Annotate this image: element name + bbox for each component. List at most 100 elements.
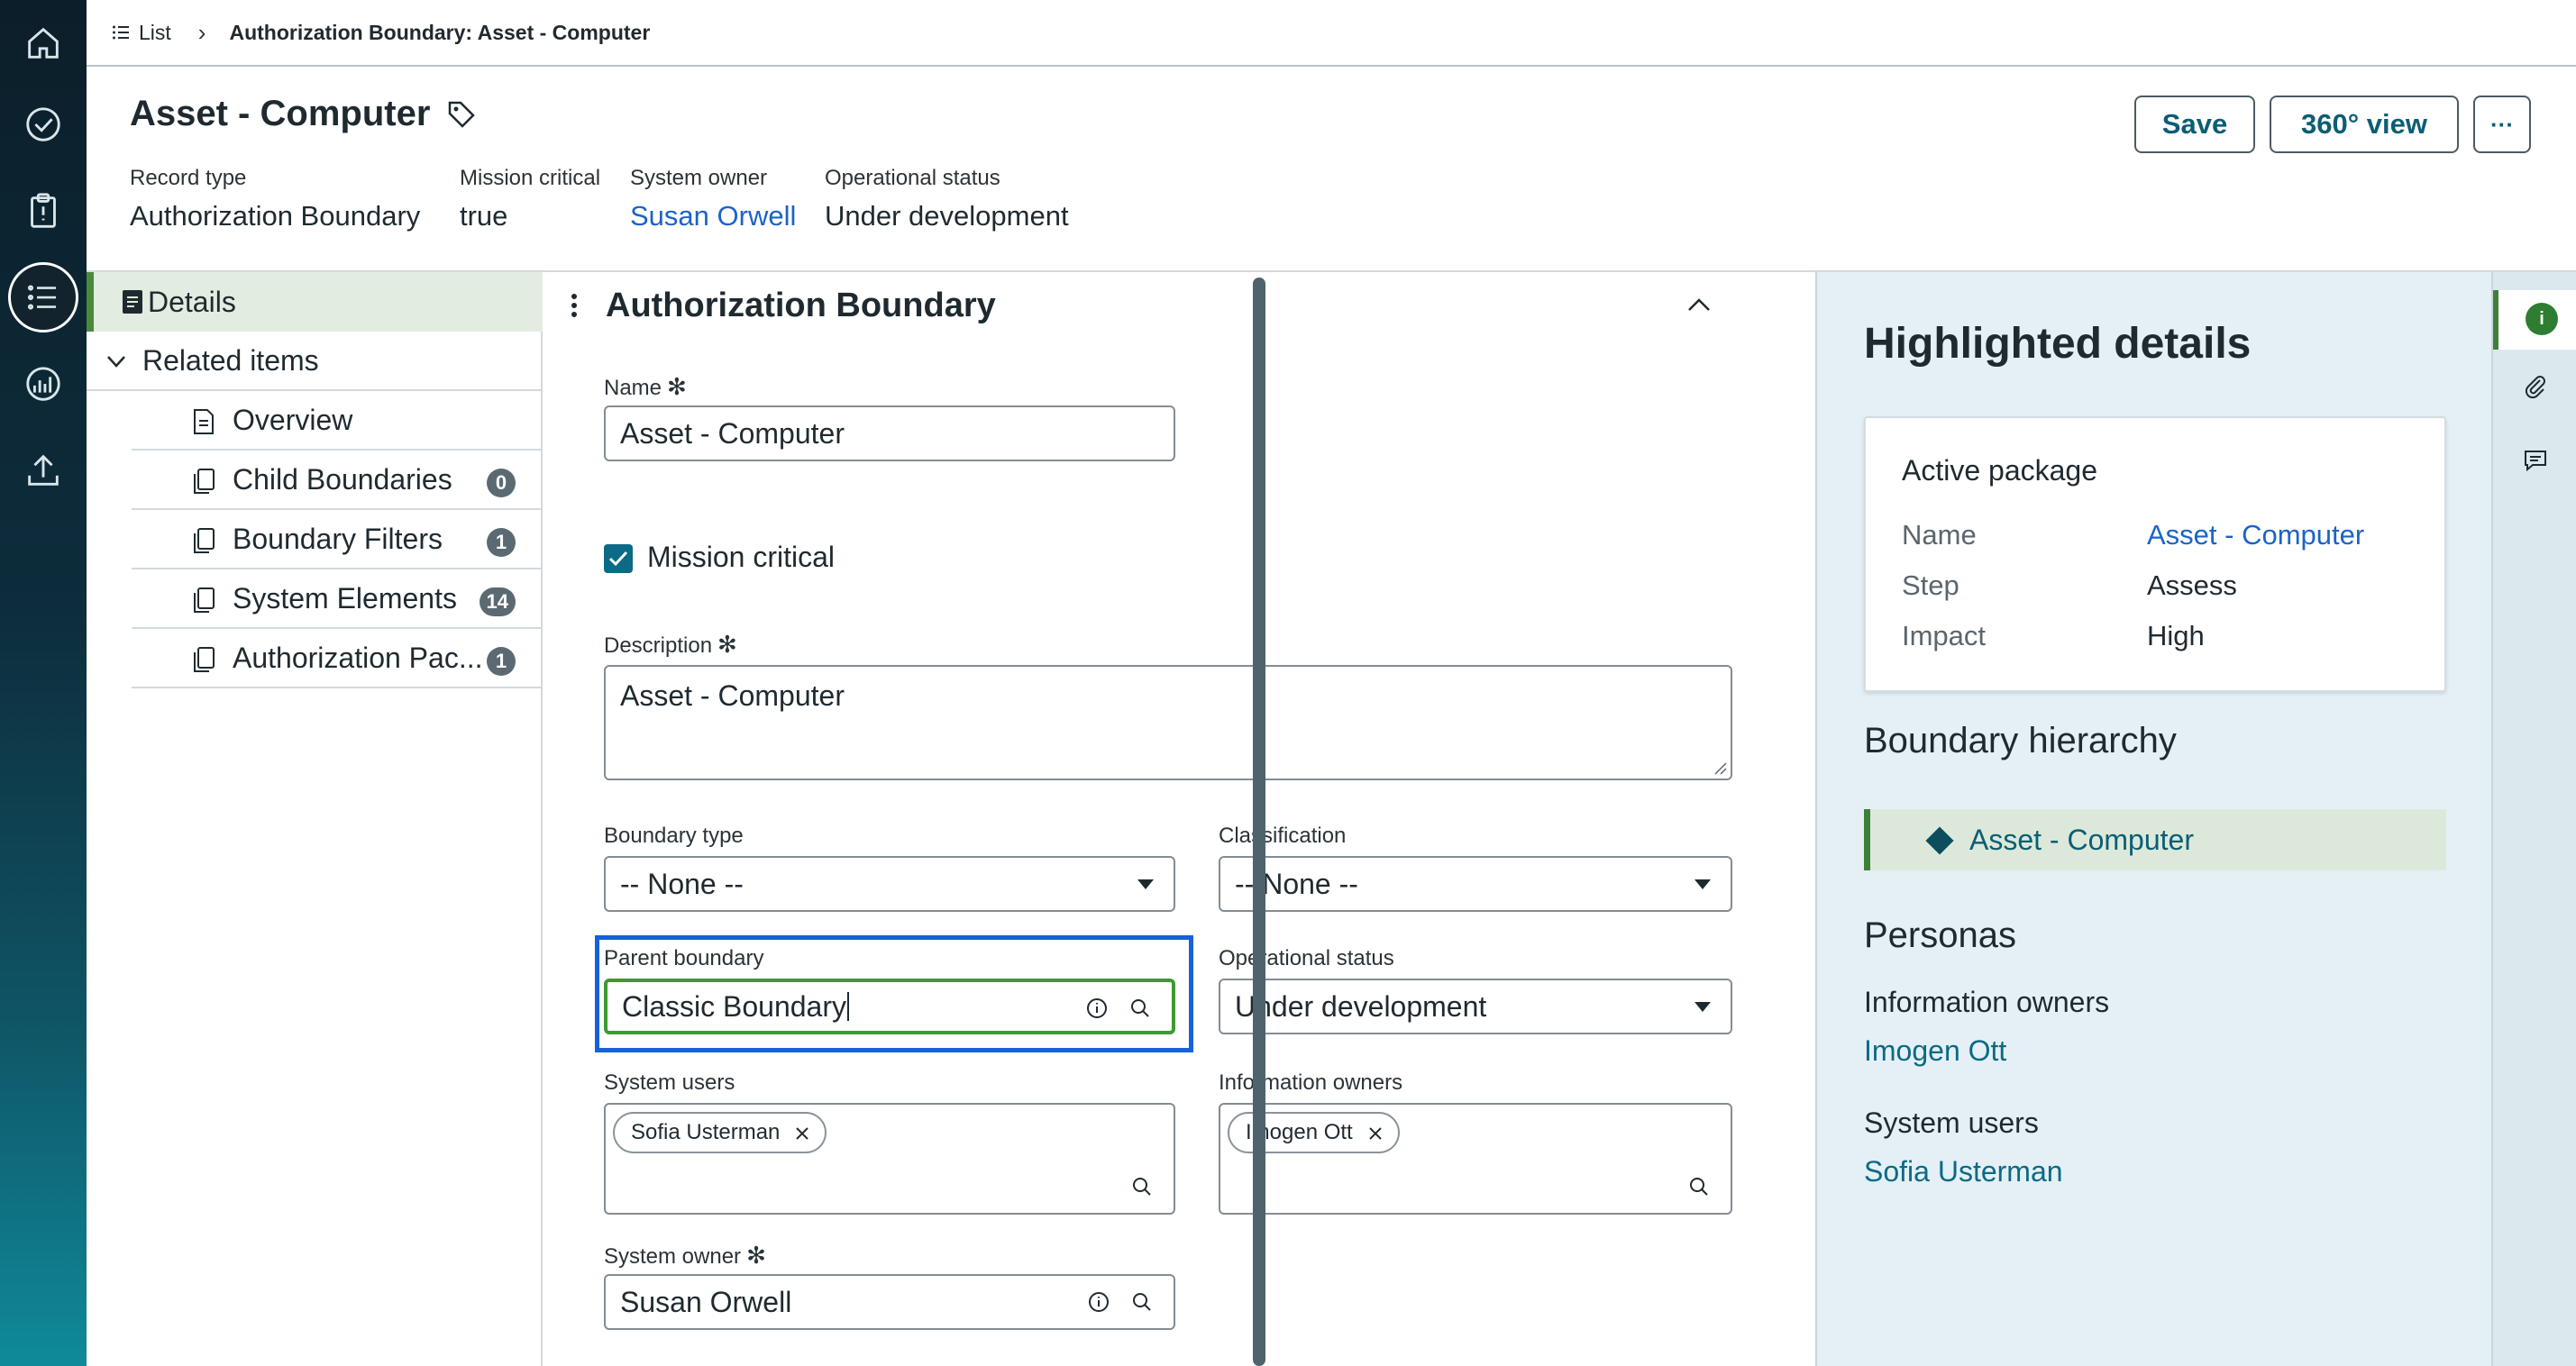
count-badge: 1 xyxy=(487,647,516,676)
parent-boundary-value: Classic Boundary xyxy=(622,989,846,1023)
persona-system-user-link[interactable]: Sofia Usterman xyxy=(1864,1155,2063,1188)
required-icon: ✻ xyxy=(746,1242,766,1269)
copy-icon xyxy=(194,647,215,672)
hierarchy-item[interactable]: Asset - Computer xyxy=(1864,809,2446,870)
package-row-impact: Impact High xyxy=(1902,620,2205,652)
upload-button[interactable] xyxy=(0,427,87,514)
document-icon xyxy=(123,290,142,314)
boundary-type-select[interactable]: -- None -- xyxy=(604,856,1175,912)
comment-icon[interactable] xyxy=(2522,447,2549,474)
close-icon[interactable] xyxy=(1367,1125,1384,1142)
boundary-hierarchy-title: Boundary hierarchy xyxy=(1864,721,2177,760)
info-icon: i xyxy=(2526,303,2558,335)
info-icon[interactable] xyxy=(1087,1290,1110,1314)
chevron-down-icon xyxy=(107,356,125,368)
nav-item-child-boundaries[interactable]: Child Boundaries 0 xyxy=(132,451,543,510)
meta-label: System owner xyxy=(630,166,768,190)
search-icon[interactable] xyxy=(1130,1175,1154,1198)
right-icon-strip: i xyxy=(2491,272,2576,1366)
caret-down-icon xyxy=(1137,879,1154,889)
tag-icon[interactable] xyxy=(446,99,477,130)
nav-item-label: Overview xyxy=(233,403,353,436)
parent-boundary-input[interactable]: Classic Boundary xyxy=(604,979,1175,1034)
meta-record-type: Record type Authorization Boundary xyxy=(130,166,420,232)
page-icon xyxy=(194,409,214,434)
personas-system-users-label: System users xyxy=(1864,1106,2039,1139)
system-owner-value: Susan Orwell xyxy=(620,1285,792,1318)
info-icon[interactable] xyxy=(1085,997,1109,1020)
persona-info-owner-link[interactable]: Imogen Ott xyxy=(1864,1034,2006,1068)
description-textarea[interactable]: Asset - Computer xyxy=(604,665,1732,780)
system-owner-link[interactable]: Susan Orwell xyxy=(630,200,796,232)
mission-critical-checkbox[interactable] xyxy=(604,544,633,573)
search-icon[interactable] xyxy=(1687,1175,1711,1198)
nav-related-items[interactable]: Related items xyxy=(87,332,543,391)
meta-value: true xyxy=(460,200,508,232)
highlighted-details-title: Highlighted details xyxy=(1864,320,2252,368)
system-owner-input[interactable]: Susan Orwell xyxy=(604,1274,1175,1330)
breadcrumb-list-label: List xyxy=(139,20,171,44)
chevron-up-icon[interactable] xyxy=(1684,292,1714,319)
more-actions-button[interactable]: ··· xyxy=(2473,96,2531,153)
classification-select[interactable]: -- None -- xyxy=(1219,856,1732,912)
nav-related-label: Related items xyxy=(142,343,319,377)
home-button[interactable] xyxy=(0,0,87,87)
record-form: Authorization Boundary Name ✻ Asset - Com… xyxy=(544,272,1792,1366)
paperclip-icon[interactable] xyxy=(2522,373,2549,400)
nav-details-label: Details xyxy=(148,285,236,318)
highlighted-details-panel: Highlighted details Active package Name A… xyxy=(1815,272,2491,1366)
package-row-value: High xyxy=(2147,620,2205,651)
left-rail xyxy=(0,0,87,1366)
nav-item-authorization-packages[interactable]: Authorization Pac... 1 xyxy=(132,629,543,688)
package-name-link[interactable]: Asset - Computer xyxy=(2147,519,2364,551)
system-user-chip: Sofia Usterman xyxy=(613,1112,827,1153)
copy-icon xyxy=(194,469,215,494)
operational-status-value: Under development xyxy=(1235,989,1487,1023)
close-icon[interactable] xyxy=(794,1125,810,1142)
package-row-value: Assess xyxy=(2147,569,2237,601)
classification-label: Classification xyxy=(1219,824,1347,848)
caret-down-icon xyxy=(1694,1002,1711,1012)
active-package-card: Active package Name Asset - Computer Step… xyxy=(1864,416,2446,692)
meta-system-owner: System owner Susan Orwell xyxy=(630,166,796,232)
clipboard-button[interactable] xyxy=(0,168,87,254)
details-panel-tab[interactable]: i xyxy=(2493,290,2576,350)
search-icon[interactable] xyxy=(1128,997,1152,1020)
tasks-button[interactable] xyxy=(0,81,87,168)
meta-value: Authorization Boundary xyxy=(130,200,421,232)
package-row-step: Step Assess xyxy=(1902,569,2237,602)
nav-item-boundary-filters[interactable]: Boundary Filters 1 xyxy=(132,510,543,569)
360-view-button[interactable]: 360° view xyxy=(2270,96,2459,153)
breadcrumb-list-link[interactable]: List xyxy=(112,21,171,45)
name-label-text: Name xyxy=(604,376,662,400)
clipboard-icon xyxy=(31,193,56,228)
operational-status-select[interactable]: Under development xyxy=(1219,979,1732,1034)
name-input[interactable]: Asset - Computer xyxy=(604,405,1175,461)
operational-status-label: Operational status xyxy=(1219,946,1394,970)
record-title-text: Asset - Computer xyxy=(130,94,431,133)
nav-item-label: System Elements xyxy=(233,581,457,615)
meta-label: Mission critical xyxy=(460,166,601,190)
chevron-right-icon: › xyxy=(197,18,206,46)
analytics-icon xyxy=(26,367,60,401)
list-small-icon xyxy=(113,25,129,40)
information-owners-field[interactable]: Imogen Ott xyxy=(1219,1103,1732,1215)
package-row-name: Name Asset - Computer xyxy=(1902,519,2364,551)
nav-details[interactable]: Details xyxy=(87,272,543,332)
list-button[interactable] xyxy=(0,254,87,341)
kebab-menu-icon[interactable] xyxy=(568,292,580,319)
nav-item-overview[interactable]: Overview xyxy=(132,391,543,451)
save-button[interactable]: Save xyxy=(2134,96,2255,153)
mission-critical-label: Mission critical xyxy=(647,541,836,573)
search-icon[interactable] xyxy=(1130,1290,1154,1314)
system-users-field[interactable]: Sofia Usterman xyxy=(604,1103,1175,1215)
record-nav: Details Related items Overview Child Bou… xyxy=(87,272,543,1366)
checkmark-icon xyxy=(608,551,628,567)
count-badge: 1 xyxy=(487,528,516,557)
boundary-type-label: Boundary type xyxy=(604,824,744,848)
diamond-icon xyxy=(1925,826,1954,855)
analytics-button[interactable] xyxy=(0,341,87,427)
nav-item-system-elements[interactable]: System Elements 14 xyxy=(132,569,543,629)
resize-handle-icon[interactable] xyxy=(1713,760,1727,775)
form-scrollbar[interactable] xyxy=(1253,278,1265,1366)
